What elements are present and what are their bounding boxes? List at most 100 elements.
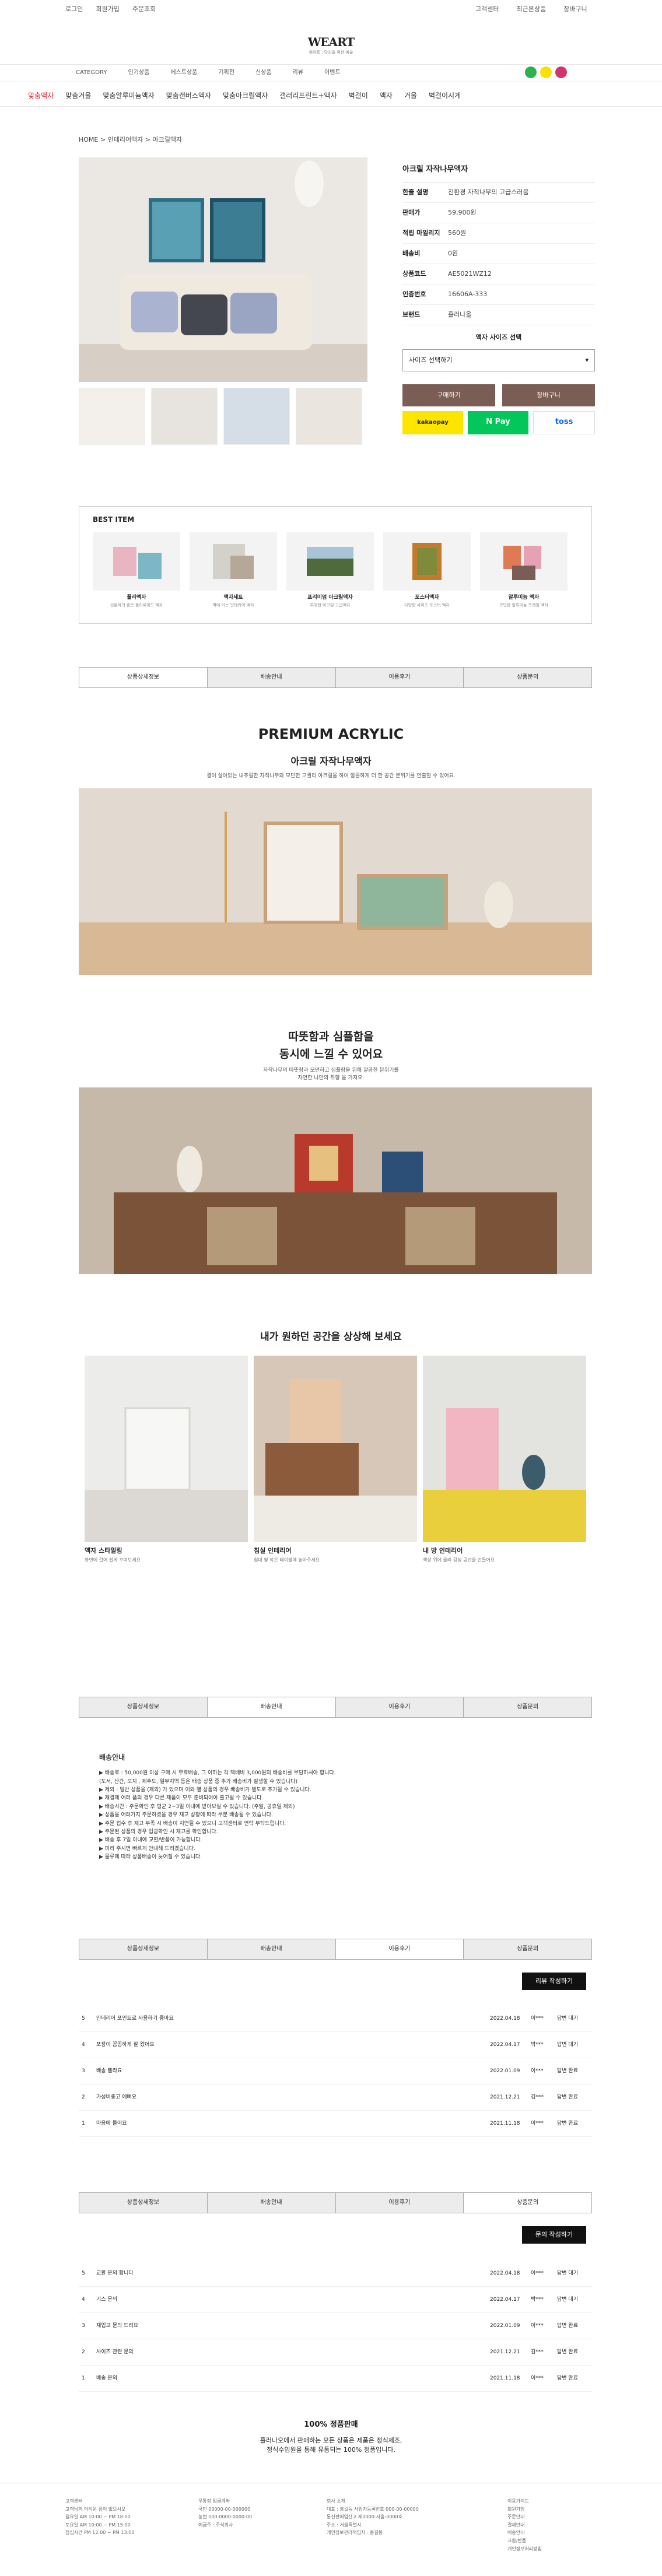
login-link[interactable]: 로그인 [65, 5, 83, 13]
thumbnail[interactable] [296, 388, 362, 445]
main-nav-item[interactable]: 벽걸이시계 [423, 91, 467, 101]
best-item[interactable]: 프리미엄 아크릴액자 투명한 아크릴 고급액자 [286, 532, 374, 608]
write-qna-button[interactable]: 문의 작성하기 [522, 2226, 586, 2244]
best-item[interactable]: 알루미늄 액자 모던한 알루미늄 프레임 액자 [480, 532, 568, 608]
main-nav: 맞춤액자 맞춤거울 맞춤알루미늄액자 맞춤캔버스액자 맞춤아크릴액자 갤러리프린… [22, 91, 467, 101]
tab-detail[interactable]: 상품상세정보 [79, 2193, 208, 2213]
main-nav-item[interactable]: 맞춤캔버스액자 [160, 91, 217, 101]
nav-category[interactable]: CATEGORY [65, 69, 118, 77]
shipping-line: ▶ 미리 주시면 빠르게 안내해 드리겠습니다. [99, 1845, 195, 1852]
customer-center-link[interactable]: 고객센터 [475, 5, 499, 13]
tab-shipping[interactable]: 배송안내 [207, 2193, 336, 2213]
tab-qna[interactable]: 상품문의 [464, 2193, 591, 2213]
main-nav-item[interactable]: 맞춤아크릴액자 [217, 91, 274, 101]
best-item-desc: 모던한 알루미늄 프레임 액자 [499, 602, 548, 608]
list-item[interactable]: 3 재입고 문의 드려요 2022.01.09 이*** 답변 완료 [79, 2313, 592, 2339]
tab-review[interactable]: 이용후기 [335, 668, 464, 687]
qna-list: 5 교환 문의 합니다 2022.04.18 이*** 답변 대기 4 기스 문의 2022… [79, 2261, 592, 2392]
info-value: 560원 [448, 229, 467, 237]
list-item[interactable]: 5 교환 문의 합니다 2022.04.18 이*** 답변 대기 [79, 2261, 592, 2287]
item-no: 4 [82, 2297, 85, 2303]
footer-text: 통신판매업신고 제0000-서울-0000호 [327, 2514, 402, 2520]
nav-review[interactable]: 리뷰 [282, 69, 314, 77]
tab-detail[interactable]: 상품상세정보 [79, 1939, 208, 1959]
main-nav-item[interactable]: 거울 [398, 91, 423, 101]
nav-new[interactable]: 신상품 [245, 69, 282, 77]
tab-qna[interactable]: 상품문의 [464, 668, 591, 687]
item-state: 답변 완료 [557, 2068, 578, 2074]
footer-link[interactable]: 개인정보처리방침 [507, 2545, 542, 2553]
size-select[interactable]: 사이즈 선택하기 ▾ [402, 349, 595, 371]
breadcrumb[interactable]: HOME > 인테리어액자 > 아크릴액자 [79, 135, 182, 144]
footer-link[interactable]: 교환/반품 [507, 2537, 542, 2545]
instagram-icon[interactable] [555, 66, 567, 78]
list-item[interactable]: 1 배송 문의 2021.11.18 이*** 답변 완료 [79, 2366, 592, 2392]
main-nav-item[interactable]: 갤러리프린트+액자 [274, 91, 342, 101]
recent-view-link[interactable]: 최근본상품 [516, 5, 546, 13]
kakao-icon[interactable] [540, 66, 552, 78]
thumbnail[interactable] [223, 388, 290, 445]
cart-link[interactable]: 장바구니 [563, 5, 587, 13]
tab-shipping[interactable]: 배송안내 [207, 1939, 336, 1959]
tab-qna[interactable]: 상품문의 [464, 1697, 591, 1717]
footer-link[interactable]: 주문안내 [507, 2513, 542, 2521]
tab-detail[interactable]: 상품상세정보 [79, 668, 208, 687]
nav-popular[interactable]: 인기상품 [118, 69, 160, 77]
tab-review[interactable]: 이용후기 [335, 1697, 464, 1717]
best-item[interactable]: 액자세트 벽에 거는 인테리어 액자 [190, 532, 277, 608]
main-nav-item[interactable]: 맞춤알루미늄액자 [97, 91, 160, 101]
main-nav-item[interactable]: 맞춤거울 [59, 91, 97, 101]
order-lookup-link[interactable]: 주문조회 [132, 5, 156, 13]
list-item[interactable]: 2 가성비좋고 예뻐요 2021.12.21 김*** 답변 완료 [79, 2084, 592, 2111]
tab-detail[interactable]: 상품상세정보 [79, 1697, 208, 1717]
toss-button[interactable]: toss [533, 410, 595, 434]
tab-shipping[interactable]: 배송안내 [207, 1697, 336, 1717]
tab-review[interactable]: 이용후기 [335, 1939, 464, 1959]
info-value: 16606A-333 [448, 290, 488, 299]
footer-link[interactable]: 배송안내 [507, 2529, 542, 2537]
item-date: 2022.01.09 [490, 2068, 520, 2074]
list-item[interactable]: 1 마음에 들어요 2021.11.18 이*** 답변 완료 [79, 2111, 592, 2137]
list-item[interactable]: 5 인테리어 포인트로 사용하기 좋아요 2022.04.18 이*** 답변 대기 [79, 2006, 592, 2032]
footer: 고객센터 고객님의 어려운 점이 없으시오 월요일 AM 10:00 ~ PM … [0, 2483, 662, 2576]
tab-shipping[interactable]: 배송안내 [207, 668, 336, 687]
tab-review[interactable]: 이용후기 [335, 2193, 464, 2213]
info-value: AE5021WZ12 [448, 270, 492, 278]
footer-link[interactable]: 회원가입 [507, 2505, 542, 2514]
write-review-button[interactable]: 리뷰 작성하기 [522, 1973, 586, 1990]
item-author: 이*** [531, 2323, 544, 2329]
item-no: 1 [82, 2375, 85, 2381]
footer-text: 토요일 AM 10:00 ~ PM 15:00 [65, 2522, 131, 2528]
footer-link[interactable]: 결제안내 [507, 2521, 542, 2529]
main-nav-item[interactable]: 벽걸이 [343, 91, 374, 101]
naverpay-button[interactable]: N Pay [468, 410, 528, 434]
footer-link[interactable]: 이용가이드 [507, 2497, 542, 2505]
cart-button[interactable]: 장바구니 [502, 384, 595, 406]
best-item-name: 액자세트 [223, 595, 243, 601]
thumbnail[interactable] [79, 388, 145, 445]
list-item[interactable]: 3 배송 빨라요 2022.01.09 이*** 답변 완료 [79, 2058, 592, 2084]
thumbnail[interactable] [151, 388, 218, 445]
nav-special[interactable]: 기획전 [208, 69, 245, 77]
nav-event[interactable]: 이벤트 [314, 69, 351, 77]
best-item[interactable]: 폴라액자 선물하기 좋은 폴라로이드 액자 [93, 532, 180, 608]
tab-qna[interactable]: 상품문의 [464, 1939, 591, 1959]
best-item[interactable]: 포스터액자 다양한 사이즈 포스터 액자 [383, 532, 471, 608]
item-state: 답변 대기 [557, 2270, 578, 2276]
list-item[interactable]: 2 사이즈 관련 문의 2021.12.21 김*** 답변 완료 [79, 2339, 592, 2366]
main-nav-item[interactable]: 액자 [374, 91, 398, 101]
main-nav-item[interactable]: 맞춤액자 [22, 91, 59, 101]
kakaopay-button[interactable]: kakaopay [402, 410, 463, 434]
space-title: 내 방 인테리어 [423, 1547, 463, 1554]
nav-best[interactable]: 베스트상품 [160, 69, 208, 77]
item-author: 김*** [531, 2349, 544, 2355]
thumbnail-list [79, 388, 362, 445]
logo[interactable]: WEART 위아트 : 당신을 위한 예술 [0, 34, 662, 56]
join-link[interactable]: 회원가입 [96, 5, 119, 13]
buy-button[interactable]: 구매하기 [402, 384, 495, 406]
item-state: 답변 대기 [557, 2016, 578, 2022]
item-state: 답변 대기 [557, 2297, 578, 2303]
line-icon[interactable] [525, 66, 537, 78]
list-item[interactable]: 4 포장이 꼼꼼하게 잘 왔어요 2022.04.17 박*** 답변 대기 [79, 2032, 592, 2058]
list-item[interactable]: 4 기스 문의 2022.04.17 박*** 답변 대기 [79, 2287, 592, 2313]
